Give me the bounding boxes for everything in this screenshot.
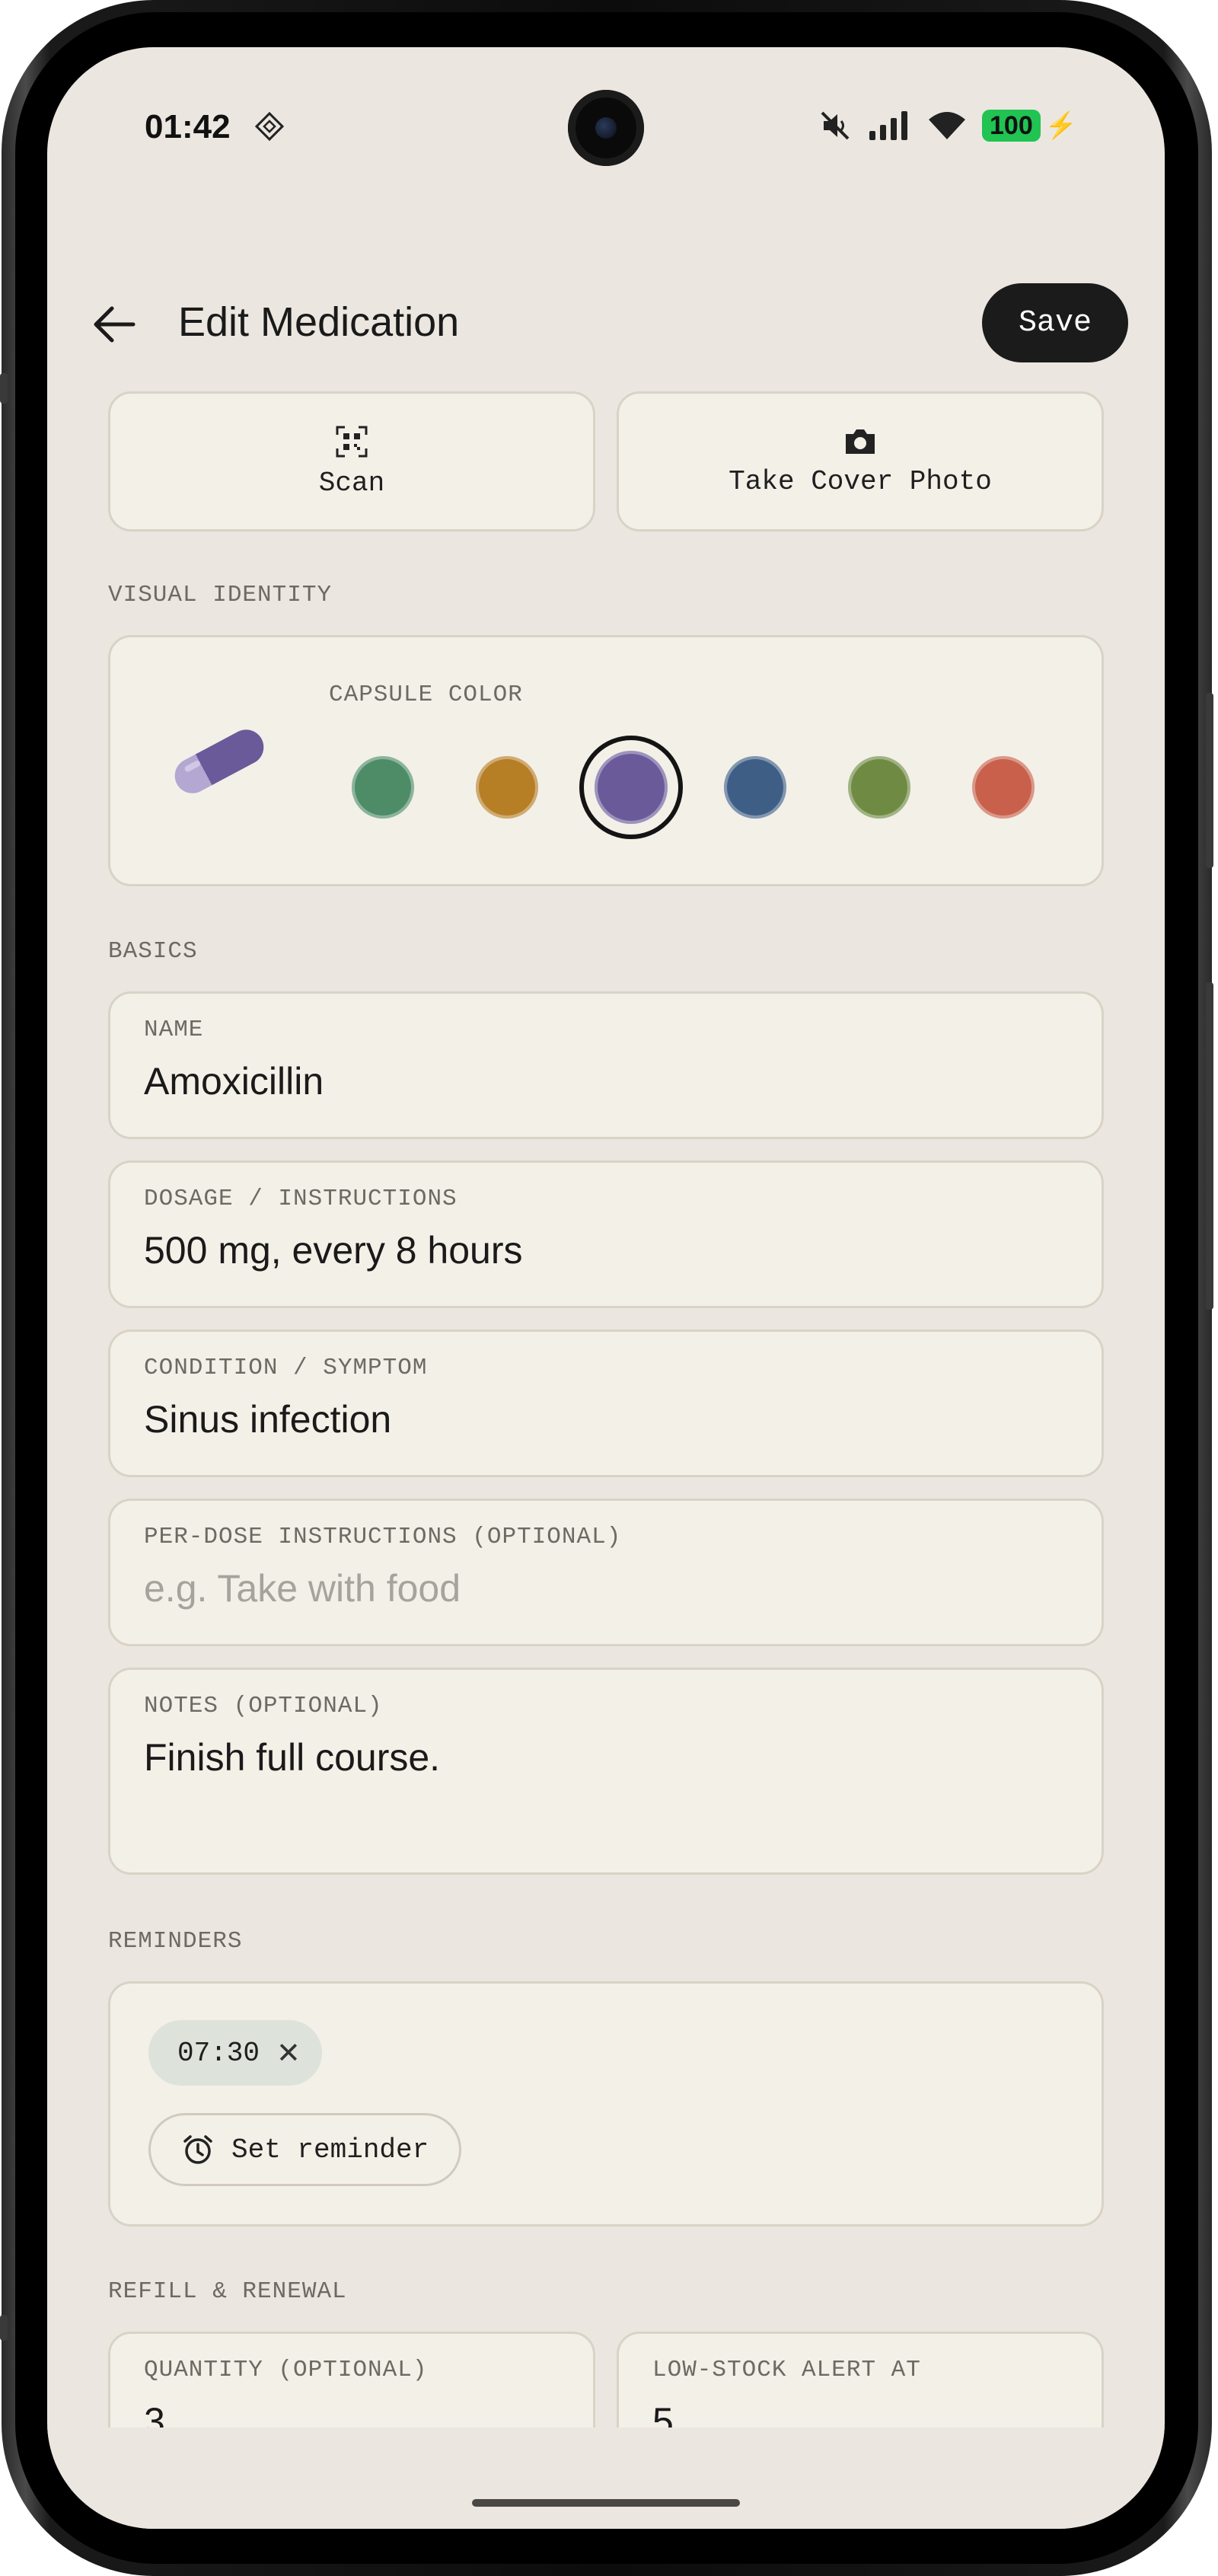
- home-indicator[interactable]: [472, 2499, 740, 2507]
- capsule-color-swatch[interactable]: [352, 756, 414, 819]
- section-label-basics: BASICS: [108, 938, 198, 965]
- wifi-icon: [929, 112, 965, 139]
- dosage-field-label: DOSAGE / INSTRUCTIONS: [144, 1186, 458, 1212]
- status-icons: 100 ⚡: [818, 107, 1077, 145]
- take-cover-photo-button[interactable]: Take Cover Photo: [617, 391, 1104, 531]
- capsule-preview-icon: [174, 729, 264, 793]
- front-camera: [568, 90, 644, 166]
- reminder-time: 07:30: [177, 2037, 260, 2069]
- reminders-card: 07:30 ✕ Set reminder: [108, 1981, 1104, 2226]
- save-button[interactable]: Save: [982, 283, 1128, 362]
- condition-field-value: Sinus infection: [144, 1398, 392, 1441]
- focus-mode-icon: [254, 111, 285, 142]
- notes-field-value: Finish full course.: [144, 1736, 441, 1779]
- capsule-color-swatch[interactable]: [595, 751, 668, 824]
- section-label-reminders: REMINDERS: [108, 1928, 243, 1955]
- side-button: [0, 373, 8, 404]
- name-field-label: NAME: [144, 1017, 204, 1043]
- status-time: 01:42: [145, 108, 231, 145]
- capsule-color-swatch[interactable]: [724, 756, 786, 819]
- name-field-value: Amoxicillin: [144, 1060, 324, 1103]
- dosage-field-value: 500 mg, every 8 hours: [144, 1229, 523, 1272]
- quantity-field-label: QUANTITY (OPTIONAL): [144, 2357, 428, 2383]
- charging-icon: ⚡: [1044, 111, 1078, 140]
- side-button: [0, 2315, 8, 2341]
- reminder-chip[interactable]: 07:30 ✕: [148, 2020, 322, 2086]
- status-bar: 01:42 100 ⚡: [47, 47, 1165, 166]
- remove-reminder-icon[interactable]: ✕: [276, 2036, 301, 2070]
- condition-field-label: CONDITION / SYMPTOM: [144, 1355, 428, 1381]
- capsule-color-swatch[interactable]: [476, 756, 538, 819]
- dosage-field[interactable]: DOSAGE / INSTRUCTIONS 500 mg, every 8 ho…: [108, 1160, 1104, 1308]
- battery-indicator: 100: [982, 110, 1041, 142]
- per-dose-instructions-label: PER-DOSE INSTRUCTIONS (OPTIONAL): [144, 1524, 622, 1550]
- alarm-clock-icon: [183, 2135, 212, 2164]
- capsule-color-swatch[interactable]: [972, 756, 1035, 819]
- camera-icon: [846, 429, 875, 454]
- condition-field[interactable]: CONDITION / SYMPTOM Sinus infection: [108, 1329, 1104, 1477]
- scan-icon: [336, 426, 368, 457]
- arrow-left-icon: [94, 306, 136, 343]
- volume-button: [1206, 693, 1213, 868]
- section-label-visual-identity: VISUAL IDENTITY: [108, 582, 333, 608]
- cellular-signal-icon: [869, 111, 907, 140]
- mute-icon: [821, 111, 850, 140]
- scan-label: Scan: [318, 467, 385, 499]
- back-button[interactable]: [90, 300, 139, 349]
- section-label-refill-renewal: REFILL & RENEWAL: [108, 2278, 347, 2305]
- set-reminder-label: Set reminder: [231, 2134, 429, 2166]
- notes-field[interactable]: NOTES (OPTIONAL) Finish full course.: [108, 1668, 1104, 1875]
- scan-button[interactable]: Scan: [108, 391, 595, 531]
- app-bar: Edit Medication Save: [47, 276, 1165, 367]
- notes-field-label: NOTES (OPTIONAL): [144, 1693, 383, 1719]
- capsule-color-label: CAPSULE COLOR: [329, 682, 523, 708]
- low-stock-alert-label: LOW-STOCK ALERT AT: [652, 2357, 921, 2383]
- capsule-color-swatch[interactable]: [848, 756, 910, 819]
- app-screen: 01:42 100 ⚡ Edit Medication Save Scan Ta…: [47, 47, 1165, 2529]
- set-reminder-button[interactable]: Set reminder: [148, 2113, 462, 2186]
- page-title: Edit Medication: [178, 299, 460, 345]
- visual-identity-card: CAPSULE COLOR: [108, 635, 1104, 886]
- take-cover-photo-label: Take Cover Photo: [729, 465, 992, 497]
- name-field[interactable]: NAME Amoxicillin: [108, 991, 1104, 1139]
- power-button: [1206, 982, 1213, 1310]
- per-dose-instructions-placeholder: e.g. Take with food: [144, 1567, 461, 1610]
- bottom-safe-area: [47, 2428, 1165, 2529]
- per-dose-instructions-field[interactable]: PER-DOSE INSTRUCTIONS (OPTIONAL) e.g. Ta…: [108, 1499, 1104, 1646]
